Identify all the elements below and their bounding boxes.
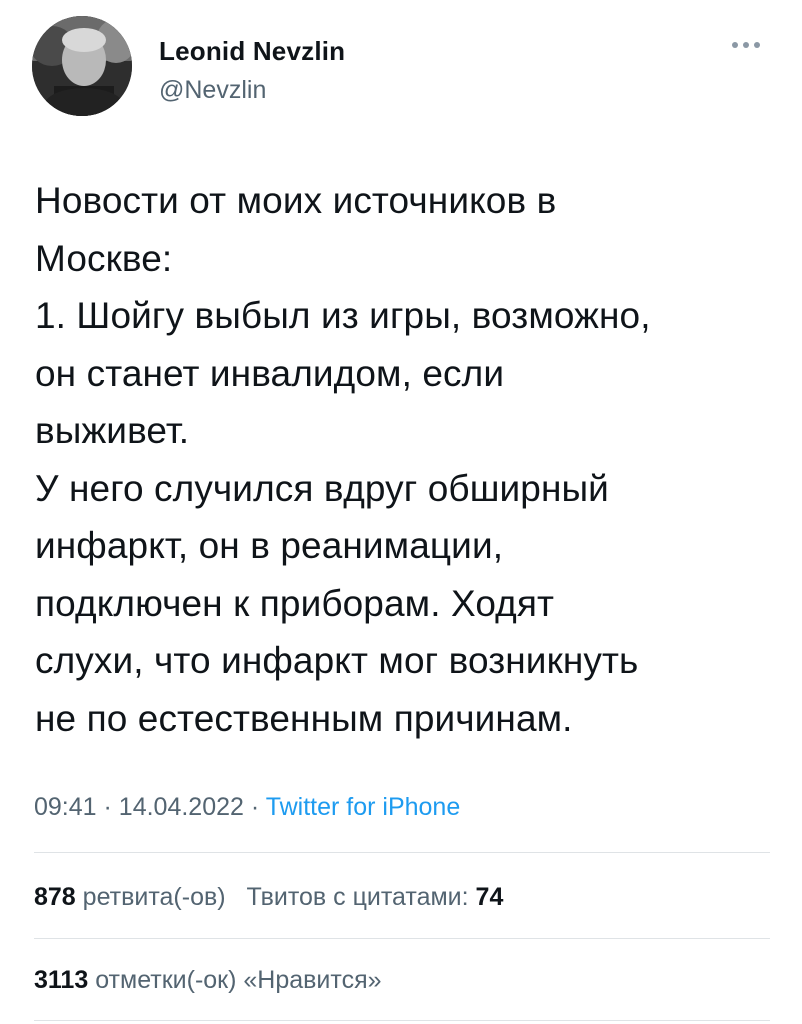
tweet-text-line: он станет инвалидом, если: [35, 352, 505, 394]
tweet-text-line: выживет.: [35, 410, 190, 451]
more-dot: [754, 42, 760, 48]
tweet-date[interactable]: 14.04.2022: [119, 793, 244, 821]
retweets-stat[interactable]: 878 ретвита(-ов): [34, 883, 226, 911]
tweet-text-line: У него случился вдруг обширный: [35, 467, 609, 509]
more-dot: [743, 42, 749, 48]
tweet-text-line: инфаркт, он в реанимации,: [35, 525, 504, 566]
tweet-text-line: подключен к приборам. Ходят: [35, 582, 555, 624]
quotes-count: 74: [475, 883, 504, 911]
avatar[interactable]: [32, 16, 132, 116]
retweets-label: ретвита(-ов): [82, 883, 226, 911]
likes-label: отметки(-ок) «Нравится»: [95, 966, 382, 994]
likes-count: 3113: [34, 966, 89, 994]
tweet-metadata: 09:41 · 14.04.2022 · Twitter for iPhone: [34, 793, 460, 822]
stats-row-likes: 3113 отметки(-ок) «Нравится»: [34, 966, 382, 995]
divider: [34, 852, 770, 853]
more-dot: [732, 42, 738, 48]
stats-row-retweets: 878 ретвита(-ов) Твитов с цитатами: 74: [34, 883, 503, 912]
tweet-text-line: Москве:: [35, 237, 173, 279]
tweet-text-line: 1. Шойгу выбыл из игры, возможно,: [35, 295, 651, 336]
tweet-text-line: слухи, что инфаркт мог возникнуть: [35, 640, 639, 681]
divider: [34, 938, 770, 939]
tweet-text-line: не по естественным причинам.: [35, 697, 573, 739]
avatar-photo: [32, 16, 132, 116]
meta-separator: ·: [250, 793, 260, 821]
divider: [34, 1020, 770, 1021]
author-handle[interactable]: @Nevzlin: [159, 76, 266, 105]
more-horizontal-icon[interactable]: [732, 38, 768, 52]
quotes-label: Твитов с цитатами:: [246, 883, 469, 911]
retweets-count: 878: [34, 883, 76, 911]
tweet-source-link[interactable]: Twitter for iPhone: [266, 793, 461, 821]
author-display-name[interactable]: Leonid Nevzlin: [159, 36, 345, 67]
tweet-time[interactable]: 09:41: [34, 793, 97, 821]
tweet-text-line: Новости от моих источников в: [35, 180, 557, 221]
likes-stat[interactable]: 3113 отметки(-ок) «Нравится»: [34, 966, 382, 994]
quotes-stat[interactable]: Твитов с цитатами: 74: [246, 883, 503, 911]
meta-separator: ·: [103, 793, 112, 821]
tweet-text: Новости от моих источников в Москве: 1. …: [35, 172, 775, 747]
